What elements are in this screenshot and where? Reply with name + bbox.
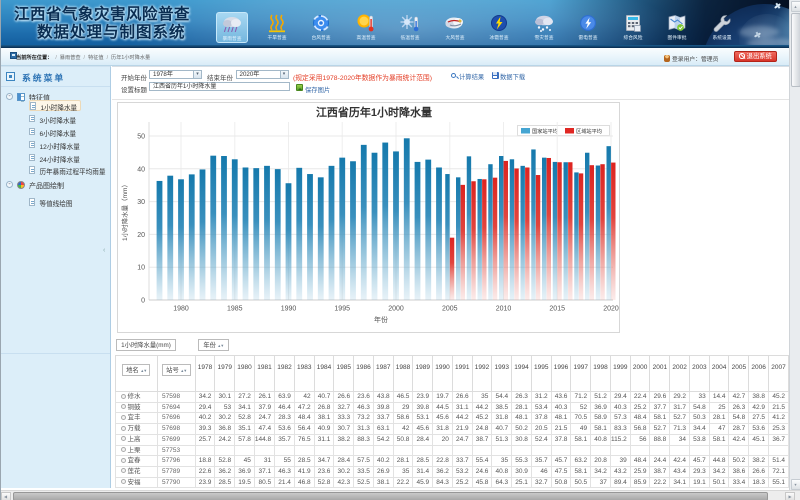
svg-text:江西省历年1小时降水量: 江西省历年1小时降水量 <box>315 105 431 119</box>
svg-text:1990: 1990 <box>280 305 296 312</box>
svg-text:区域站平均: 区域站平均 <box>576 127 602 135</box>
svg-text:国家站平均: 国家站平均 <box>532 127 558 135</box>
svg-text:1小时降水量（mm）: 1小时降水量（mm） <box>120 181 129 241</box>
svg-text:2000: 2000 <box>388 305 404 312</box>
svg-text:2005: 2005 <box>442 305 458 312</box>
svg-text:0: 0 <box>141 297 145 304</box>
svg-text:10: 10 <box>137 264 145 271</box>
svg-text:2020: 2020 <box>603 305 619 312</box>
svg-text:40: 40 <box>137 166 145 173</box>
svg-text:2010: 2010 <box>495 305 511 312</box>
svg-text:1985: 1985 <box>227 305 243 312</box>
svg-text:1995: 1995 <box>334 305 350 312</box>
svg-text:20: 20 <box>137 231 145 238</box>
svg-text:30: 30 <box>137 199 145 206</box>
svg-text:年份: 年份 <box>374 315 388 324</box>
svg-text:2015: 2015 <box>549 305 565 312</box>
svg-text:50: 50 <box>137 133 145 140</box>
svg-text:1980: 1980 <box>173 305 189 312</box>
